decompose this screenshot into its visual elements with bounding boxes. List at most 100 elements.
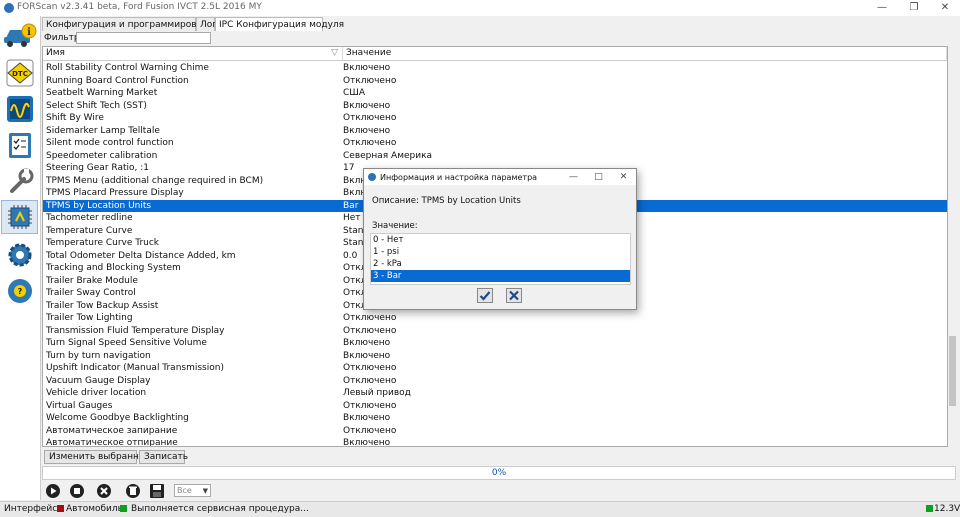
oscilloscope-icon	[6, 96, 33, 122]
row-name: TPMS by Location Units	[46, 200, 152, 211]
stop-button[interactable]	[68, 482, 86, 500]
interface-label: Интерфейс:	[4, 504, 61, 514]
table-row[interactable]: Vehicle driver location Левый привод	[43, 387, 947, 400]
row-name: Shift By Wire	[46, 113, 104, 123]
table-row[interactable]: Welcome Goodbye Backlighting Включено	[43, 412, 947, 425]
vehicle-info-button[interactable]: i	[1, 18, 38, 52]
value-option[interactable]: 3 - Bar	[371, 270, 630, 282]
table-row[interactable]: Select Shift Tech (SST) Включено	[43, 100, 947, 113]
row-value: Отключено	[343, 325, 397, 336]
row-name: Select Shift Tech (SST)	[46, 100, 147, 111]
play-icon	[46, 484, 60, 498]
sidebar: i DTC ?	[0, 16, 41, 500]
oscilloscope-button[interactable]	[1, 92, 38, 126]
window-title: FORScan v2.3.41 beta, Ford Fusion IVCT 2…	[17, 2, 262, 12]
dialog-title: Информация и настройка параметра	[380, 173, 538, 182]
checklist-icon	[8, 133, 31, 158]
table-row[interactable]: Roll Stability Control Warning Chime Вклю…	[43, 62, 947, 75]
row-name: Trailer Tow Lighting	[46, 313, 133, 323]
wrench-icon	[9, 168, 33, 193]
filter-select[interactable]: Все ▼	[174, 484, 211, 497]
row-value: Включено	[343, 338, 391, 348]
help-wheel-icon: ?	[7, 279, 32, 303]
dialog-value-label: Значение:	[372, 221, 418, 231]
close-button[interactable]: ✕	[930, 0, 960, 16]
table-row[interactable]: Trailer Tow Lighting Отключено	[43, 312, 947, 325]
status-bar: Интерфейс: Автомобиль: Выполняется серви…	[0, 501, 960, 517]
chip-icon	[7, 205, 32, 229]
row-value: Отключено	[343, 313, 397, 323]
change-selected-button[interactable]: Изменить выбранное	[44, 450, 150, 464]
status-message: Выполняется сервисная процедура...	[131, 504, 309, 514]
dialog-description: Описание: TPMS by Location Units	[372, 196, 521, 206]
tab-config-programming[interactable]: Конфигурация и программирование	[42, 17, 219, 31]
help-button[interactable]: ?	[1, 274, 38, 308]
row-value: Включено	[343, 350, 391, 361]
car-status-indicator	[120, 505, 127, 512]
row-name: Upshift Indicator (Manual Transmission)	[46, 363, 224, 373]
grid-scrollbar[interactable]	[948, 46, 957, 447]
maximize-button[interactable]: ❐	[899, 0, 929, 16]
dialog-cancel-button[interactable]	[506, 288, 522, 303]
table-row[interactable]: Turn Signal Speed Sensitive Volume Включе…	[43, 337, 947, 350]
table-row[interactable]: Автоматическое запирание Отключено	[43, 425, 947, 438]
table-row[interactable]: Seatbelt Warning Market США	[43, 87, 947, 100]
row-value: Отключено	[343, 113, 397, 123]
value-option[interactable]: 2 - kPa	[371, 258, 630, 270]
value-option[interactable]: 0 - Нет	[371, 234, 630, 246]
dtc-button[interactable]: DTC	[1, 56, 38, 90]
dialog-ok-button[interactable]	[477, 288, 493, 303]
table-row[interactable]: Sidemarker Lamp Telltale Включено	[43, 125, 947, 138]
row-name: Vehicle driver location	[46, 388, 147, 398]
table-row[interactable]: Автоматическое отпирание Включено	[43, 437, 947, 446]
close-icon	[509, 290, 519, 301]
sort-arrow-icon: ▽	[331, 48, 338, 58]
filter-input[interactable]	[76, 32, 211, 44]
row-value: Включено	[343, 125, 391, 136]
table-row[interactable]: Speedometer calibration Северная Америка	[43, 150, 947, 163]
table-row[interactable]: Upshift Indicator (Manual Transmission) О…	[43, 362, 947, 375]
save-button[interactable]	[148, 482, 166, 500]
table-row[interactable]: Transmission Fluid Temperature Display От…	[43, 325, 947, 338]
table-row[interactable]: Running Board Control Function Отключено	[43, 75, 947, 88]
filter-bar: Фильтр:	[42, 32, 947, 46]
dialog-minimize-button[interactable]: —	[561, 169, 586, 185]
dialog-close-button[interactable]: ✕	[611, 169, 636, 185]
write-button[interactable]: Записать	[139, 450, 188, 464]
table-row[interactable]: Virtual Gauges Отключено	[43, 400, 947, 413]
table-row[interactable]: Shift By Wire Отключено	[43, 112, 947, 125]
value-options-list: 0 - Нет 1 - psi 2 - kPa 3 - Bar	[370, 233, 631, 285]
minimize-button[interactable]: —	[867, 0, 897, 16]
column-value-header[interactable]: Значение	[343, 47, 947, 60]
row-value: Отключено	[343, 375, 397, 386]
value-option[interactable]: 1 - psi	[371, 246, 630, 258]
settings-button[interactable]	[1, 238, 38, 272]
table-row[interactable]: Vacuum Gauge Display Отключено	[43, 375, 947, 388]
table-row[interactable]: Silent mode control function Отключено	[43, 137, 947, 150]
dialog-maximize-button[interactable]: □	[586, 169, 611, 185]
voltage-value: 12.3V	[934, 504, 960, 514]
scrollbar-thumb[interactable]	[949, 336, 956, 406]
column-name-header[interactable]: Имя ▽	[43, 47, 343, 60]
row-name: Turn Signal Speed Sensitive Volume	[46, 338, 207, 348]
tab-log[interactable]: Лог	[196, 17, 217, 31]
clear-button[interactable]	[124, 482, 142, 500]
voltage-indicator	[926, 505, 933, 512]
parameter-dialog: Информация и настройка параметра — □ ✕ О…	[363, 168, 637, 310]
column-name-label: Имя	[46, 48, 65, 58]
reset-button[interactable]	[95, 482, 113, 500]
tab-ipc-config[interactable]: IPC Конфигурация модуля	[215, 17, 344, 31]
floppy-icon	[150, 484, 164, 498]
service-tests-button[interactable]	[1, 128, 38, 162]
stop-icon	[70, 484, 84, 498]
row-name: Seatbelt Warning Market	[46, 88, 158, 98]
row-name: Speedometer calibration	[46, 150, 158, 161]
row-value: Северная Америка	[343, 150, 433, 161]
service-functions-button[interactable]	[1, 164, 38, 198]
run-button[interactable]	[44, 482, 62, 500]
row-name: Tachometer redline	[46, 213, 133, 223]
module-config-button[interactable]	[1, 200, 38, 234]
row-name: Vacuum Gauge Display	[46, 375, 151, 386]
svg-text:DTC: DTC	[12, 70, 28, 78]
table-row[interactable]: Turn by turn navigation Включено	[43, 350, 947, 363]
